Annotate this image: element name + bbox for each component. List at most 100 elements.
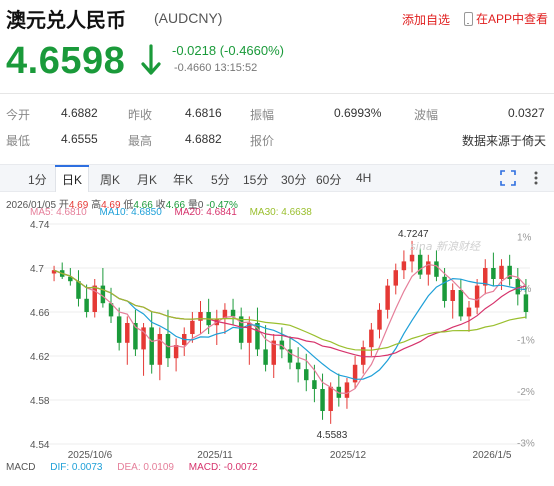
y-tick-label: 4.7 (30, 264, 44, 275)
kline-chart[interactable]: 4.744.74.664.624.584.541%0%-1%-2%-3%4.72… (0, 218, 554, 462)
candle-body (393, 270, 398, 286)
add-favorite-button[interactable]: 添加自选 (402, 11, 450, 28)
candle-body (116, 316, 122, 343)
candle-body (491, 268, 496, 279)
candle-body (417, 254, 423, 275)
candle-body (100, 285, 106, 304)
quote-time: 13:15:52 (214, 62, 258, 74)
amplitude-label: 振幅 (250, 108, 275, 122)
tab-30min[interactable]: 30分 (281, 171, 306, 188)
phone-icon (464, 11, 473, 26)
prev-close-label: 昨收 (128, 108, 153, 122)
candle-body (426, 261, 431, 275)
ma20-label: MA20: 4.6841 (174, 207, 237, 218)
wave-label: 波幅 (414, 108, 439, 122)
tab-daily[interactable]: 日K (62, 171, 82, 188)
candle-body (434, 261, 439, 277)
fullscreen-icon[interactable] (500, 170, 516, 186)
chart-tab-bar: 1分 日K 周K 月K 年K 5分 15分 30分 60分 4H (0, 164, 554, 192)
tab-weekly[interactable]: 周K (100, 171, 120, 188)
candle-body (230, 309, 236, 317)
candle-body (499, 265, 504, 279)
candle-body (190, 320, 195, 334)
tab-60min[interactable]: 60分 (316, 171, 341, 188)
candle-body (515, 279, 521, 295)
y-tick-label: 4.62 (30, 352, 50, 363)
macd-legend: MACD DIF: 0.0073 DEA: 0.0109 MACD: -0.00… (6, 462, 270, 473)
x-tick-label: 2026/1/5 (473, 450, 512, 461)
chart-panel: 1分 日K 周K 月K 年K 5分 15分 30分 60分 4H 2026/01… (0, 164, 554, 486)
view-in-app-label: 在APP中查看 (476, 12, 549, 26)
candle-body (173, 345, 179, 359)
candle-body (385, 285, 390, 310)
pct-tick-label: -3% (517, 439, 535, 450)
candle-body (466, 307, 472, 317)
candle-body (523, 294, 529, 312)
tab-5min[interactable]: 5分 (211, 171, 230, 188)
pct-tick-label: -1% (517, 336, 535, 347)
x-tick-label: 2025/12 (330, 450, 367, 461)
arrow-down-icon (141, 44, 161, 75)
ma30-label: MA30: 4.6638 (249, 207, 312, 218)
min-annotation: 4.5583 (317, 430, 348, 441)
candle-body (474, 285, 480, 308)
price-block: 4.6598 -0.0218 (-0.4660%) -0.4660 13:15:… (6, 40, 306, 82)
candle-body (320, 389, 325, 411)
pct-tick-label: -2% (517, 387, 535, 398)
macd-title: MACD (6, 462, 36, 473)
tab-1min[interactable]: 1分 (28, 171, 47, 188)
macd-dif: DIF: 0.0073 (50, 462, 103, 473)
page-title: 澳元兑人民币 (6, 8, 126, 32)
wave-value: 0.0327 (508, 106, 545, 120)
current-price: 4.6598 (6, 40, 126, 82)
open-value: 4.6882 (61, 106, 98, 120)
ma-legend: MA5: 4.6810 MA10: 4.6850 MA20: 4.6841 MA… (30, 207, 322, 218)
candle-body (344, 382, 350, 398)
y-tick-label: 4.66 (30, 308, 50, 319)
view-in-app-button[interactable]: 在APP中查看 (464, 10, 548, 27)
open-label: 今开 (6, 108, 31, 122)
high-label: 最高 (128, 134, 153, 148)
candle-body (304, 369, 309, 381)
candle-body (125, 323, 130, 343)
header: 澳元兑人民币 (AUDCNY) 添加自选 在APP中查看 (6, 4, 550, 32)
y-tick-label: 4.54 (30, 440, 50, 451)
candle-body (442, 276, 447, 301)
low-label: 最低 (6, 134, 31, 148)
pct-tick-label: 1% (517, 233, 532, 244)
candle-body (450, 290, 455, 301)
divider (0, 93, 554, 94)
high-value: 4.6882 (185, 132, 222, 146)
candle-body (238, 316, 244, 343)
tab-yearly[interactable]: 年K (173, 171, 193, 188)
tab-4h[interactable]: 4H (356, 171, 371, 185)
candle-body (157, 334, 163, 365)
y-tick-label: 4.74 (30, 220, 50, 231)
macd-dea: DEA: 0.0109 (117, 462, 174, 473)
quote-label: 报价 (250, 134, 275, 148)
x-tick-label: 2025/10/6 (68, 450, 113, 461)
ma10-label: MA10: 4.6850 (99, 207, 162, 218)
max-annotation: 4.7247 (398, 229, 429, 240)
candle-body (263, 349, 268, 365)
macd-value: MACD: -0.0072 (188, 462, 258, 473)
price-change: -0.0218 (-0.4660%) (172, 43, 285, 58)
watermark: sina 新浪财经 (410, 240, 481, 253)
candle-body (377, 309, 382, 330)
low-value: 4.6555 (61, 132, 98, 146)
amplitude-value: 0.6993% (334, 106, 382, 120)
candle-body (84, 298, 89, 312)
candle-body (76, 281, 81, 299)
candle-body (369, 329, 374, 348)
tab-15min[interactable]: 15分 (243, 171, 268, 188)
candle-body (92, 285, 97, 312)
candle-body (312, 380, 317, 389)
y-tick-label: 4.58 (30, 396, 50, 407)
candle-body (458, 290, 464, 317)
data-source: 数据来源于倚天 (462, 134, 547, 148)
ma5-line (53, 263, 527, 395)
prev-close-value: 4.6816 (185, 106, 222, 120)
tab-monthly[interactable]: 月K (137, 171, 157, 188)
more-icon[interactable] (528, 170, 544, 186)
symbol-code: (AUDCNY) (154, 10, 223, 26)
